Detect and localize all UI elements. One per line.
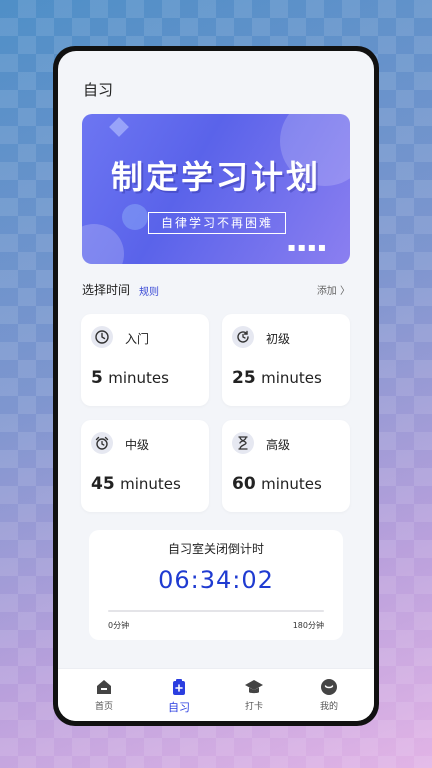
tab-label: 我的 bbox=[319, 702, 338, 712]
add-link[interactable]: 添加 〉 bbox=[317, 282, 350, 297]
level-label: 入门 bbox=[125, 332, 150, 346]
clock-icon bbox=[91, 326, 113, 348]
level-duration: 25 minutes bbox=[232, 368, 322, 388]
phone-frame: 自习 制定学习计划 自律学习不再困难 ▪▪▪▪ 选择时间 规则 添加 〉 入门 … bbox=[53, 46, 379, 726]
countdown-title: 自习室关闭倒计时 bbox=[167, 542, 264, 556]
bottom-tab-bar: 首页 自习 打卡 我的 bbox=[58, 668, 374, 721]
tab-study[interactable]: 自习 bbox=[154, 677, 204, 715]
level-card-intermediate[interactable]: 中级 45 minutes bbox=[81, 420, 209, 512]
level-card-elementary[interactable]: 初级 25 minutes bbox=[222, 314, 350, 406]
alarm-clock-icon bbox=[91, 432, 113, 454]
banner-dots: ▪▪▪▪ bbox=[287, 240, 328, 254]
tab-profile[interactable]: 我的 bbox=[304, 677, 354, 712]
duration-unit: minutes bbox=[120, 475, 181, 493]
level-label: 初级 bbox=[266, 332, 291, 346]
tab-label: 首页 bbox=[94, 702, 113, 712]
profile-icon bbox=[304, 677, 354, 697]
level-label: 中级 bbox=[125, 438, 150, 452]
time-section-header: 选择时间 规则 添加 〉 bbox=[82, 281, 350, 299]
banner-decor-diamond bbox=[109, 117, 129, 137]
level-label: 高级 bbox=[266, 438, 291, 452]
progress-max-label: 180分钟 bbox=[292, 621, 324, 630]
duration-number: 45 bbox=[91, 474, 115, 494]
banner-decor-circle bbox=[82, 224, 124, 264]
countdown-time: 06:34:02 bbox=[158, 566, 274, 594]
graduation-cap-icon bbox=[229, 677, 279, 697]
room-countdown-card: 自习室关闭倒计时 06:34:02 0分钟 180分钟 bbox=[89, 530, 343, 640]
study-icon bbox=[154, 677, 204, 697]
progress-min-label: 0分钟 bbox=[108, 621, 130, 630]
plan-banner[interactable]: 制定学习计划 自律学习不再困难 ▪▪▪▪ bbox=[82, 114, 350, 264]
duration-number: 60 bbox=[232, 474, 256, 494]
duration-number: 5 bbox=[91, 368, 103, 388]
level-duration: 45 minutes bbox=[91, 474, 181, 494]
refresh-clock-icon bbox=[232, 326, 254, 348]
app-screen: 自习 制定学习计划 自律学习不再困难 ▪▪▪▪ 选择时间 规则 添加 〉 入门 … bbox=[58, 51, 374, 721]
level-card-advanced[interactable]: 高级 60 minutes bbox=[222, 420, 350, 512]
level-card-beginner[interactable]: 入门 5 minutes bbox=[81, 314, 209, 406]
rules-link[interactable]: 规则 bbox=[139, 283, 159, 298]
duration-unit: minutes bbox=[108, 369, 169, 387]
page-title: 自习 bbox=[83, 81, 114, 99]
level-duration: 60 minutes bbox=[232, 474, 322, 494]
level-duration: 5 minutes bbox=[91, 368, 169, 388]
duration-number: 25 bbox=[232, 368, 256, 388]
duration-unit: minutes bbox=[261, 369, 322, 387]
tab-label: 打卡 bbox=[244, 702, 263, 712]
section-title: 选择时间 bbox=[82, 283, 131, 297]
tab-home[interactable]: 首页 bbox=[79, 677, 129, 712]
home-icon bbox=[79, 677, 129, 697]
duration-unit: minutes bbox=[261, 475, 322, 493]
banner-decor-circle bbox=[122, 204, 148, 230]
tab-label: 自习 bbox=[168, 701, 190, 714]
banner-tagline: 自律学习不再困难 bbox=[148, 212, 286, 234]
hourglass-icon bbox=[232, 432, 254, 454]
countdown-progress-track bbox=[108, 610, 324, 612]
tab-checkin[interactable]: 打卡 bbox=[229, 677, 279, 712]
banner-headline: 制定学习计划 bbox=[110, 158, 321, 196]
